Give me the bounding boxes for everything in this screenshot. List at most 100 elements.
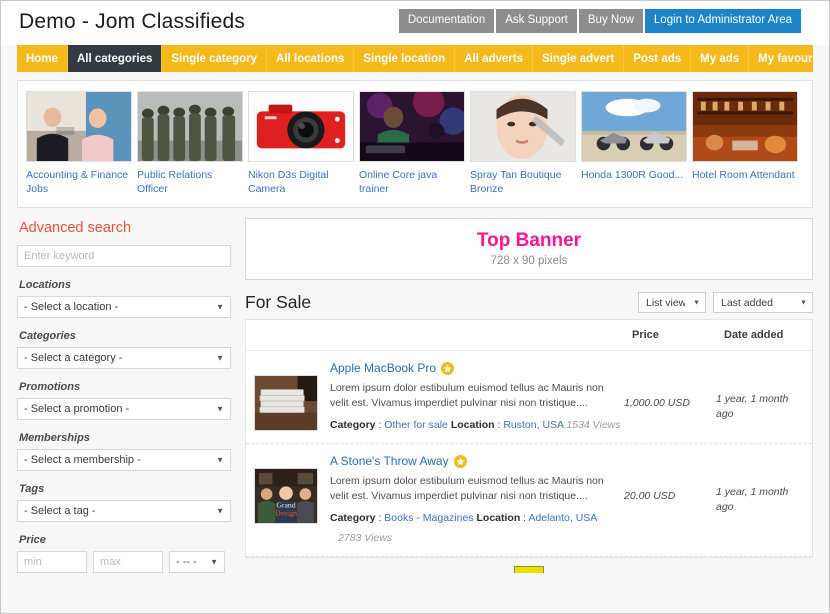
listing-price: 20.00 USD bbox=[624, 490, 716, 502]
pagination-current-page[interactable] bbox=[514, 566, 544, 573]
listing-title-link[interactable]: Apple MacBook Pro bbox=[330, 361, 624, 375]
nav-item-all-categories[interactable]: All categories bbox=[68, 45, 162, 72]
tags-select-wrapper[interactable]: - Select a tag - ▼ bbox=[17, 500, 231, 522]
featured-strip: Accounting & Finance Jobs bbox=[17, 80, 813, 208]
grand-design-poster-photo[interactable]: Grand Design bbox=[254, 468, 318, 524]
promotions-select[interactable]: - Select a promotion - bbox=[17, 398, 231, 420]
view-controls: List view ▼ Last added ▼ bbox=[638, 292, 813, 313]
top-banner[interactable]: Top Banner 728 x 90 pixels bbox=[245, 218, 813, 280]
featured-item[interactable]: Accounting & Finance Jobs bbox=[26, 91, 134, 201]
content-row: Advanced search Locations - Select a loc… bbox=[1, 208, 829, 573]
featured-caption[interactable]: Public Relations Officer bbox=[137, 168, 245, 196]
promotions-select-wrapper[interactable]: - Select a promotion - ▼ bbox=[17, 398, 231, 420]
svg-text:Design: Design bbox=[275, 508, 297, 517]
category-label: Category bbox=[330, 512, 376, 524]
location-link[interactable]: Adelanto, USA bbox=[528, 512, 597, 524]
featured-caption[interactable]: Hotel Room Attendant bbox=[692, 168, 800, 182]
featured-item[interactable]: Spray Tan Boutique Bronze bbox=[470, 91, 578, 201]
nav-item-my-favourites[interactable]: My favourites bbox=[749, 45, 813, 72]
star-icon bbox=[454, 455, 467, 468]
listing-date: 1 year, 1 month ago bbox=[716, 485, 804, 515]
locations-select-wrapper[interactable]: - Select a location - ▼ bbox=[17, 296, 231, 318]
listing-meta: Category : Other for sale Location : Rus… bbox=[330, 418, 624, 433]
featured-item[interactable]: Hotel Room Attendant bbox=[692, 91, 800, 201]
page-title: Demo - Jom Classifieds bbox=[19, 10, 245, 34]
category-link[interactable]: Books - Magazines bbox=[384, 512, 473, 524]
nav-item-single-location[interactable]: Single location bbox=[354, 45, 455, 72]
category-link[interactable]: Other for sale bbox=[384, 419, 448, 431]
advanced-search-title: Advanced search bbox=[19, 220, 231, 236]
featured-caption[interactable]: Honda 1300R Good... bbox=[581, 168, 689, 182]
categories-select[interactable]: - Select a category - bbox=[17, 347, 231, 369]
listing-date: 1 year, 1 month ago bbox=[716, 392, 804, 422]
views-count: 1534 Views bbox=[566, 419, 620, 431]
soldiers-photo[interactable] bbox=[137, 91, 243, 162]
listing-body: Apple MacBook Pro Lorem ipsum dolor esti… bbox=[318, 361, 624, 433]
price-currency-wrapper[interactable]: - -- - ▼ bbox=[169, 551, 225, 573]
locations-label: Locations bbox=[19, 279, 231, 291]
featured-item[interactable]: Public Relations Officer bbox=[137, 91, 245, 201]
nav-item-single-advert[interactable]: Single advert bbox=[533, 45, 624, 72]
login-admin-button[interactable]: Login to Administrator Area bbox=[645, 9, 801, 33]
featured-item[interactable]: Nikon D3s Digital Camera bbox=[248, 91, 356, 201]
featured-caption[interactable]: Online Core java trainer bbox=[359, 168, 467, 196]
keyword-search-input[interactable] bbox=[17, 245, 231, 267]
header-button-group: Documentation Ask Support Buy Now Login … bbox=[399, 9, 801, 33]
featured-caption[interactable]: Accounting & Finance Jobs bbox=[26, 168, 134, 196]
nav-item-all-locations[interactable]: All locations bbox=[267, 45, 354, 72]
nav-item-my-ads[interactable]: My ads bbox=[691, 45, 749, 72]
listing-meta: Category : Books - Magazines Location : … bbox=[330, 511, 624, 546]
red-camera-photo[interactable] bbox=[248, 91, 354, 162]
views-count: 2783 Views bbox=[338, 531, 624, 546]
featured-caption[interactable]: Nikon D3s Digital Camera bbox=[248, 168, 356, 196]
stacked-papers-photo[interactable] bbox=[254, 375, 318, 431]
nav-item-all-adverts[interactable]: All adverts bbox=[455, 45, 533, 72]
price-min-input[interactable] bbox=[17, 551, 87, 573]
documentation-button[interactable]: Documentation bbox=[399, 9, 494, 33]
price-filter-row: - -- - ▼ bbox=[17, 551, 231, 573]
categories-label: Categories bbox=[19, 330, 231, 342]
featured-item[interactable]: Honda 1300R Good... bbox=[581, 91, 689, 201]
banner-title: Top Banner bbox=[477, 231, 581, 252]
memberships-select-wrapper[interactable]: - Select a membership - ▼ bbox=[17, 449, 231, 471]
motorcycles-desert-photo[interactable] bbox=[581, 91, 687, 162]
location-label: Location bbox=[477, 512, 521, 524]
table-row[interactable]: Apple MacBook Pro Lorem ipsum dolor esti… bbox=[246, 351, 812, 444]
listings-table: Price Date added bbox=[245, 319, 813, 558]
featured-strip-wrapper: Accounting & Finance Jobs bbox=[1, 72, 829, 208]
location-label: Location bbox=[451, 419, 495, 431]
featured-caption[interactable]: Spray Tan Boutique Bronze bbox=[470, 168, 578, 196]
view-mode-select[interactable]: List view bbox=[638, 292, 706, 313]
memberships-select[interactable]: - Select a membership - bbox=[17, 449, 231, 471]
listing-body: A Stone's Throw Away Lorem ipsum dolor e… bbox=[318, 454, 624, 546]
listing-description: Lorem ipsum dolor estibulum euismod tell… bbox=[330, 381, 624, 411]
buy-now-button[interactable]: Buy Now bbox=[579, 9, 643, 33]
listing-section-bar: For Sale List view ▼ Last added ▼ bbox=[245, 292, 813, 313]
view-mode-wrapper[interactable]: List view ▼ bbox=[638, 292, 706, 313]
price-max-input[interactable] bbox=[93, 551, 163, 573]
locations-select[interactable]: - Select a location - bbox=[17, 296, 231, 318]
sort-mode-wrapper[interactable]: Last added ▼ bbox=[713, 292, 813, 313]
nav-item-single-category[interactable]: Single category bbox=[162, 45, 267, 72]
nightclub-dj-photo[interactable] bbox=[359, 91, 465, 162]
restaurant-bar-photo[interactable] bbox=[692, 91, 798, 162]
location-link[interactable]: Ruston, USA bbox=[503, 419, 563, 431]
price-currency-select[interactable]: - -- - bbox=[169, 551, 225, 573]
price-label: Price bbox=[19, 534, 231, 546]
tags-select[interactable]: - Select a tag - bbox=[17, 500, 231, 522]
featured-item[interactable]: Online Core java trainer bbox=[359, 91, 467, 201]
sort-mode-select[interactable]: Last added bbox=[713, 292, 813, 313]
listings-header-row: Price Date added bbox=[246, 320, 812, 351]
main-nav-wrapper: Home All categories Single category All … bbox=[1, 45, 829, 72]
pagination-strip bbox=[245, 558, 813, 572]
listing-title-link[interactable]: A Stone's Throw Away bbox=[330, 454, 624, 468]
categories-select-wrapper[interactable]: - Select a category - ▼ bbox=[17, 347, 231, 369]
ask-support-button[interactable]: Ask Support bbox=[496, 9, 577, 33]
column-header-date: Date added bbox=[724, 329, 812, 341]
nav-item-home[interactable]: Home bbox=[17, 45, 68, 72]
office-people-photo[interactable] bbox=[26, 91, 132, 162]
nav-item-post-ads[interactable]: Post ads bbox=[624, 45, 691, 72]
table-row[interactable]: Grand Design A Stone's Throw Away Lorem … bbox=[246, 444, 812, 557]
woman-face-photo[interactable] bbox=[470, 91, 576, 162]
listing-title-text: A Stone's Throw Away bbox=[330, 454, 449, 468]
